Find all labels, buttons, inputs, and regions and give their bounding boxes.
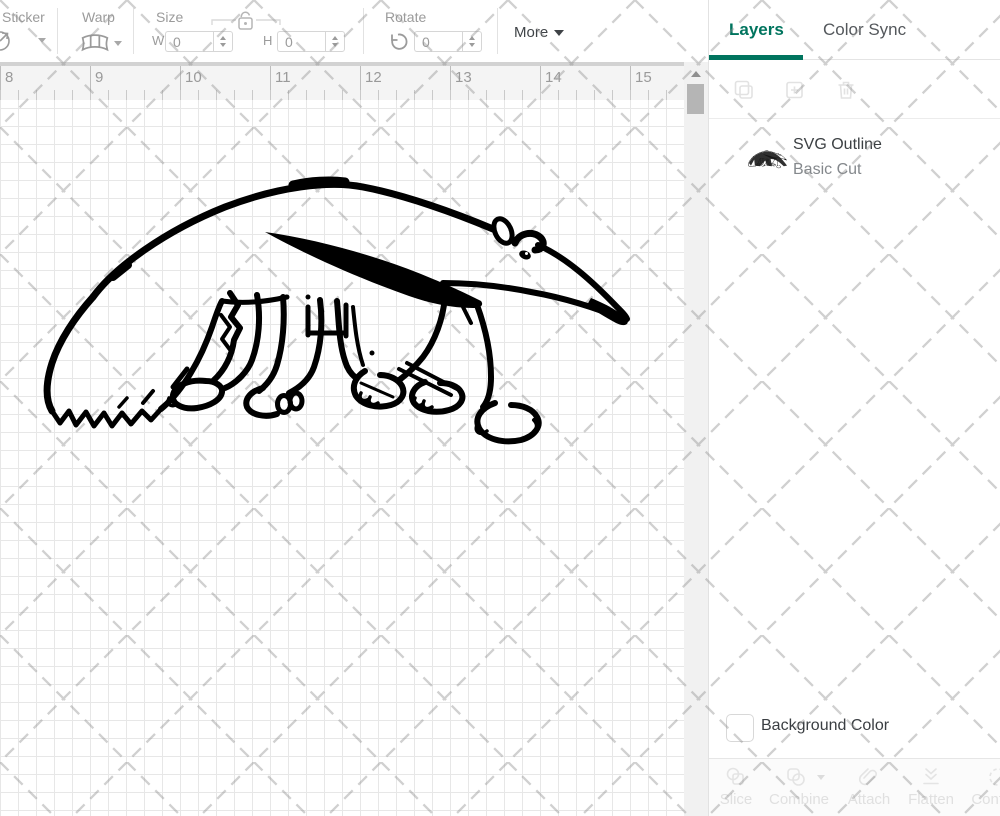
tool-label: Contour xyxy=(966,791,1000,808)
contour-tool[interactable]: Contour xyxy=(966,759,1000,816)
stepper-up-icon[interactable] xyxy=(332,36,338,40)
height-stepper[interactable] xyxy=(325,31,345,52)
tool-label: Combine xyxy=(769,791,823,808)
delete-layer-icon[interactable] xyxy=(834,78,858,102)
flatten-tool[interactable]: Flatten xyxy=(904,759,958,816)
anteater-artwork[interactable] xyxy=(25,155,665,455)
horizontal-ruler: 8 9 10 11 12 13 14 15 xyxy=(0,62,684,100)
layers-panel: Layers Color Sync xyxy=(708,0,1000,816)
warp-icon[interactable] xyxy=(80,33,110,54)
stepper-down-icon[interactable] xyxy=(220,43,226,47)
app-window: Sticker Warp Size W xyxy=(0,0,1000,816)
stepper-up-icon[interactable] xyxy=(220,36,226,40)
ruler-tick-label: 12 xyxy=(365,69,382,86)
sticker-caret-icon[interactable] xyxy=(38,38,46,43)
width-field xyxy=(165,31,233,52)
combine-tool[interactable]: Combine xyxy=(769,759,823,816)
stepper-down-icon[interactable] xyxy=(469,43,475,47)
slice-tool[interactable]: Slice xyxy=(713,759,759,816)
ruler-tick-label: 15 xyxy=(635,69,652,86)
contour-icon xyxy=(986,765,1000,789)
vertical-scrollbar[interactable] xyxy=(684,62,708,816)
slice-icon xyxy=(724,765,748,789)
add-layer-icon[interactable] xyxy=(783,78,807,102)
more-button[interactable]: More xyxy=(514,24,564,41)
scrollbar-thumb[interactable] xyxy=(687,84,704,114)
width-input[interactable] xyxy=(165,31,213,52)
rotate-stepper[interactable] xyxy=(462,31,482,52)
height-field-label: H xyxy=(263,33,272,48)
tab-layers[interactable]: Layers xyxy=(729,20,784,40)
flatten-icon xyxy=(919,765,943,789)
toolbar-divider xyxy=(497,8,498,54)
design-canvas[interactable] xyxy=(0,100,684,816)
size-group-label: Size xyxy=(156,9,183,25)
tab-color-sync[interactable]: Color Sync xyxy=(823,20,906,40)
lock-unlocked-icon[interactable] xyxy=(210,8,282,34)
height-field xyxy=(277,31,345,52)
select-all-icon[interactable] xyxy=(732,78,756,102)
layer-cut-type: Basic Cut xyxy=(793,161,861,179)
background-color-swatch[interactable] xyxy=(726,714,754,742)
layer-row[interactable]: SVG Outline Basic Cut xyxy=(709,130,1000,194)
width-field-label: W xyxy=(152,33,164,48)
more-caret-icon xyxy=(554,30,564,36)
panel-divider xyxy=(709,118,1000,119)
tool-label: Slice xyxy=(713,791,759,808)
sticker-icon[interactable] xyxy=(0,28,20,54)
ruler-tick-label: 11 xyxy=(275,69,291,86)
top-toolbar: Sticker Warp Size W xyxy=(0,0,708,62)
tool-label: Attach xyxy=(842,791,896,808)
height-input[interactable] xyxy=(277,31,325,52)
rotate-input[interactable] xyxy=(414,31,462,52)
attach-tool[interactable]: Attach xyxy=(842,759,896,816)
ruler-tick-label: 14 xyxy=(545,69,562,86)
toolbar-divider xyxy=(363,8,364,54)
ruler-tick-label: 10 xyxy=(185,69,202,86)
toolbar-divider xyxy=(57,8,58,54)
rotate-group-label: Rotate xyxy=(385,9,426,25)
toolbar-divider xyxy=(133,8,134,54)
combine-caret-icon xyxy=(817,775,825,780)
ruler-tick-label: 8 xyxy=(5,69,13,86)
combine-icon xyxy=(784,765,808,789)
stepper-down-icon[interactable] xyxy=(332,43,338,47)
rotate-field xyxy=(414,31,482,52)
rotate-icon[interactable] xyxy=(385,30,409,54)
background-color-row[interactable]: Background Color xyxy=(709,704,1000,758)
more-label: More xyxy=(514,24,548,41)
active-tab-underline xyxy=(709,55,803,60)
warp-group-label: Warp xyxy=(82,9,115,25)
width-stepper[interactable] xyxy=(213,31,233,52)
scrollbar-up-icon[interactable] xyxy=(691,71,701,77)
ruler-tick-label: 9 xyxy=(95,69,103,86)
attach-icon xyxy=(857,765,881,789)
layer-tools-bar: Slice Combine Attach xyxy=(709,758,1000,816)
background-color-label: Background Color xyxy=(761,717,889,735)
stepper-up-icon[interactable] xyxy=(469,36,475,40)
layer-thumbnail xyxy=(747,147,789,171)
ruler-tick-label: 13 xyxy=(455,69,472,86)
layer-name: SVG Outline xyxy=(793,136,882,154)
sticker-group-label: Sticker xyxy=(2,9,45,25)
warp-caret-icon[interactable] xyxy=(114,41,122,46)
tool-label: Flatten xyxy=(904,791,958,808)
